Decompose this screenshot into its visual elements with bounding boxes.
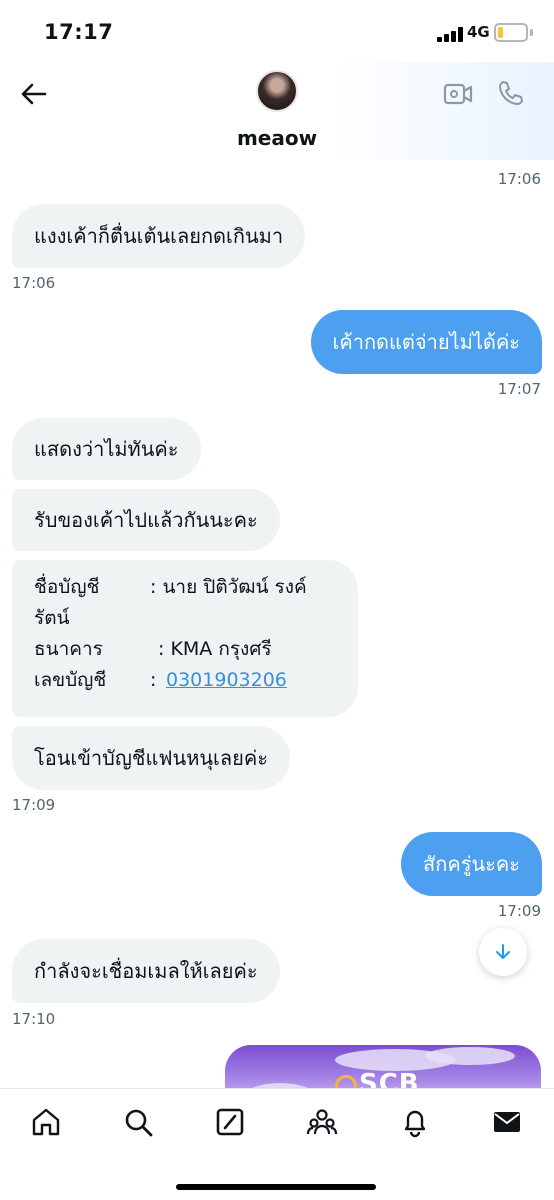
- account-number-separator: :: [150, 669, 157, 691]
- contact-name[interactable]: meaow: [0, 126, 554, 150]
- status-bar: 17:17 4G: [0, 0, 554, 62]
- bottom-tab-bar: [0, 1088, 554, 1200]
- phone-call-icon[interactable]: [497, 79, 525, 107]
- message-timestamp: 17:06: [497, 170, 541, 188]
- message-timestamp: 17:10: [12, 1010, 56, 1028]
- account-number-row: เลขบัญชี : 0301903206: [34, 665, 338, 696]
- bank-value: : KMA กรุงศรี: [158, 638, 272, 660]
- account-number-link[interactable]: 0301903206: [166, 665, 287, 696]
- battery-icon: [494, 23, 528, 42]
- home-icon[interactable]: [30, 1106, 62, 1138]
- message-timestamp: 17:06: [12, 274, 56, 292]
- home-indicator: [176, 1184, 376, 1190]
- back-arrow-icon[interactable]: [20, 80, 48, 108]
- incoming-message[interactable]: แงงเค้าก็ตื่นเต้นเลยกดเกินมา: [12, 204, 306, 268]
- account-name-label: ชื่อบัญชี: [34, 576, 100, 598]
- account-name-cont: รัตน์: [34, 607, 70, 629]
- outgoing-message[interactable]: เค้ากดแต่จ่ายไม่ได้ค่ะ: [310, 310, 542, 374]
- search-icon[interactable]: [122, 1106, 154, 1138]
- compose-icon[interactable]: [214, 1106, 246, 1138]
- promo-brand-text: SCB: [359, 1069, 420, 1090]
- bank-label: ธนาคาร: [34, 638, 103, 660]
- account-name-value: : นาย ปิติวัฒน์ รงค์: [150, 576, 307, 598]
- account-number-label: เลขบัญชี: [34, 669, 107, 691]
- incoming-message[interactable]: โอนเข้าบัญชีแฟนหนุเลยค่ะ: [12, 726, 290, 790]
- video-call-icon[interactable]: [443, 80, 473, 108]
- status-time: 17:17: [44, 20, 114, 44]
- image-message[interactable]: SCB: [225, 1045, 541, 1090]
- messages-icon[interactable]: [491, 1106, 523, 1138]
- account-name-row: ชื่อบัญชี : นาย ปิติวัฒน์ รงค์: [34, 572, 338, 603]
- signal-icon: [437, 26, 464, 42]
- notifications-icon[interactable]: [399, 1106, 431, 1138]
- incoming-message[interactable]: รับของเค้าไปแล้วกันนะคะ: [12, 489, 280, 551]
- battery-cap: [530, 29, 533, 36]
- message-timestamp: 17:09: [12, 796, 56, 814]
- scroll-to-bottom-button[interactable]: [479, 928, 527, 976]
- conversation-header: meaow: [0, 62, 554, 160]
- network-type: 4G: [467, 23, 490, 41]
- message-timestamp: 17:07: [497, 380, 541, 398]
- account-info-message[interactable]: ชื่อบัญชี : นาย ปิติวัฒน์ รงค์ รัตน์ ธนา…: [12, 560, 358, 717]
- avatar[interactable]: [256, 70, 298, 112]
- outgoing-message[interactable]: สักครู่นะคะ: [401, 832, 542, 896]
- incoming-message[interactable]: แสดงว่าไม่ทันค่ะ: [12, 418, 201, 480]
- message-timestamp: 17:09: [497, 902, 541, 920]
- incoming-message[interactable]: กำลังจะเชื่อมเมลให้เลยค่ะ: [12, 939, 280, 1003]
- communities-icon[interactable]: [306, 1106, 338, 1138]
- arrow-down-icon: [496, 944, 510, 959]
- account-name-continued: รัตน์: [34, 603, 338, 634]
- bank-row: ธนาคาร : KMA กรุงศรี: [34, 634, 338, 665]
- message-list: 17:06 แงงเค้าก็ตื่นเต้นเลยกดเกินมา 17:06…: [0, 160, 554, 1090]
